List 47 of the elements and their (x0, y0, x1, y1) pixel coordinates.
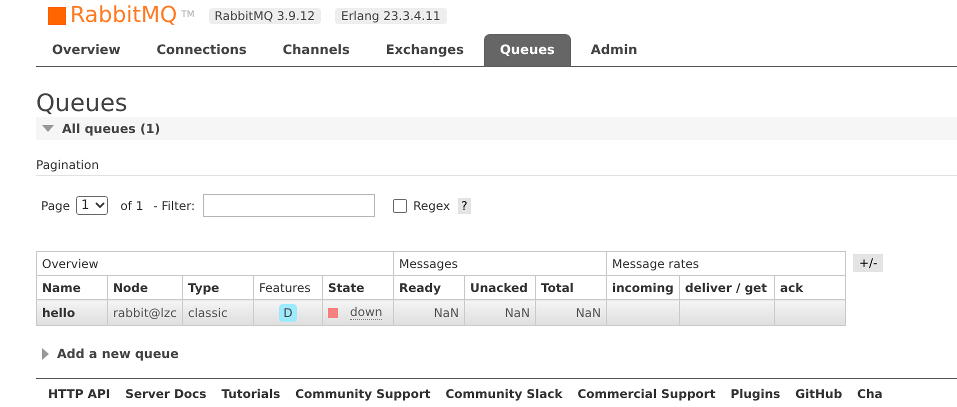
filter-field[interactable] (203, 194, 376, 217)
expand-triangle-icon (42, 348, 49, 360)
page-select[interactable]: 1 (76, 196, 108, 215)
footer-link[interactable]: Cha (857, 387, 883, 401)
footer-link[interactable]: Community Slack (445, 387, 562, 401)
queue-name-cell[interactable]: hello (36, 300, 108, 326)
table-cell: classic (182, 300, 254, 326)
logo-text: RabbitMQ (70, 4, 178, 28)
footer-link[interactable]: GitHub (795, 387, 842, 401)
column-group-header: Message rates (606, 252, 846, 276)
pagination-title: Pagination (36, 158, 99, 172)
caret-icon (95, 202, 106, 209)
collapse-triangle-icon (42, 125, 54, 132)
feature-tag: D (279, 304, 297, 322)
table-cell: NaN (536, 300, 606, 326)
table-cell: rabbit@lzc (108, 300, 182, 326)
footer-link[interactable]: Tutorials (221, 387, 280, 401)
version-badge: RabbitMQ 3.9.12 (208, 8, 321, 24)
footer-link[interactable]: Commercial Support (577, 387, 716, 401)
page-title: Queues (36, 89, 128, 117)
nav-tab[interactable]: Exchanges (370, 34, 480, 66)
help-button[interactable]: ? (458, 198, 471, 214)
nav-tab[interactable]: Admin (574, 34, 654, 66)
footer-link[interactable]: Community Support (295, 387, 430, 401)
column-group-header: Overview (36, 252, 394, 276)
table-cell: NaN (394, 300, 464, 326)
nav-tab[interactable]: Queues (484, 34, 571, 66)
column-group-header: Messages (394, 252, 606, 276)
nav-tab[interactable]: Overview (36, 34, 137, 66)
table-cell: NaN (464, 300, 536, 326)
page-label: Page (41, 198, 70, 212)
version-badge: Erlang 23.3.4.11 (335, 8, 446, 24)
footer-link[interactable]: Plugins (730, 387, 780, 401)
footer-link[interactable]: Server Docs (125, 387, 206, 401)
filter-label: - Filter: (153, 198, 196, 212)
page-count: of 1 (120, 198, 144, 212)
state-text: down (350, 305, 382, 320)
regex-checkbox[interactable] (393, 198, 408, 212)
nav-tab[interactable]: Channels (266, 34, 366, 66)
trademark-text: TM (181, 10, 195, 20)
columns-toggle-button[interactable]: +/- (853, 254, 884, 272)
logo-icon (48, 7, 66, 25)
regex-label: Regex (413, 198, 450, 212)
footer-link[interactable]: HTTP API (48, 387, 110, 401)
section-header[interactable]: All queues (1) (36, 117, 957, 140)
nav-tab[interactable]: Connections (140, 34, 263, 66)
section-header[interactable]: Add a new queue (36, 342, 957, 365)
